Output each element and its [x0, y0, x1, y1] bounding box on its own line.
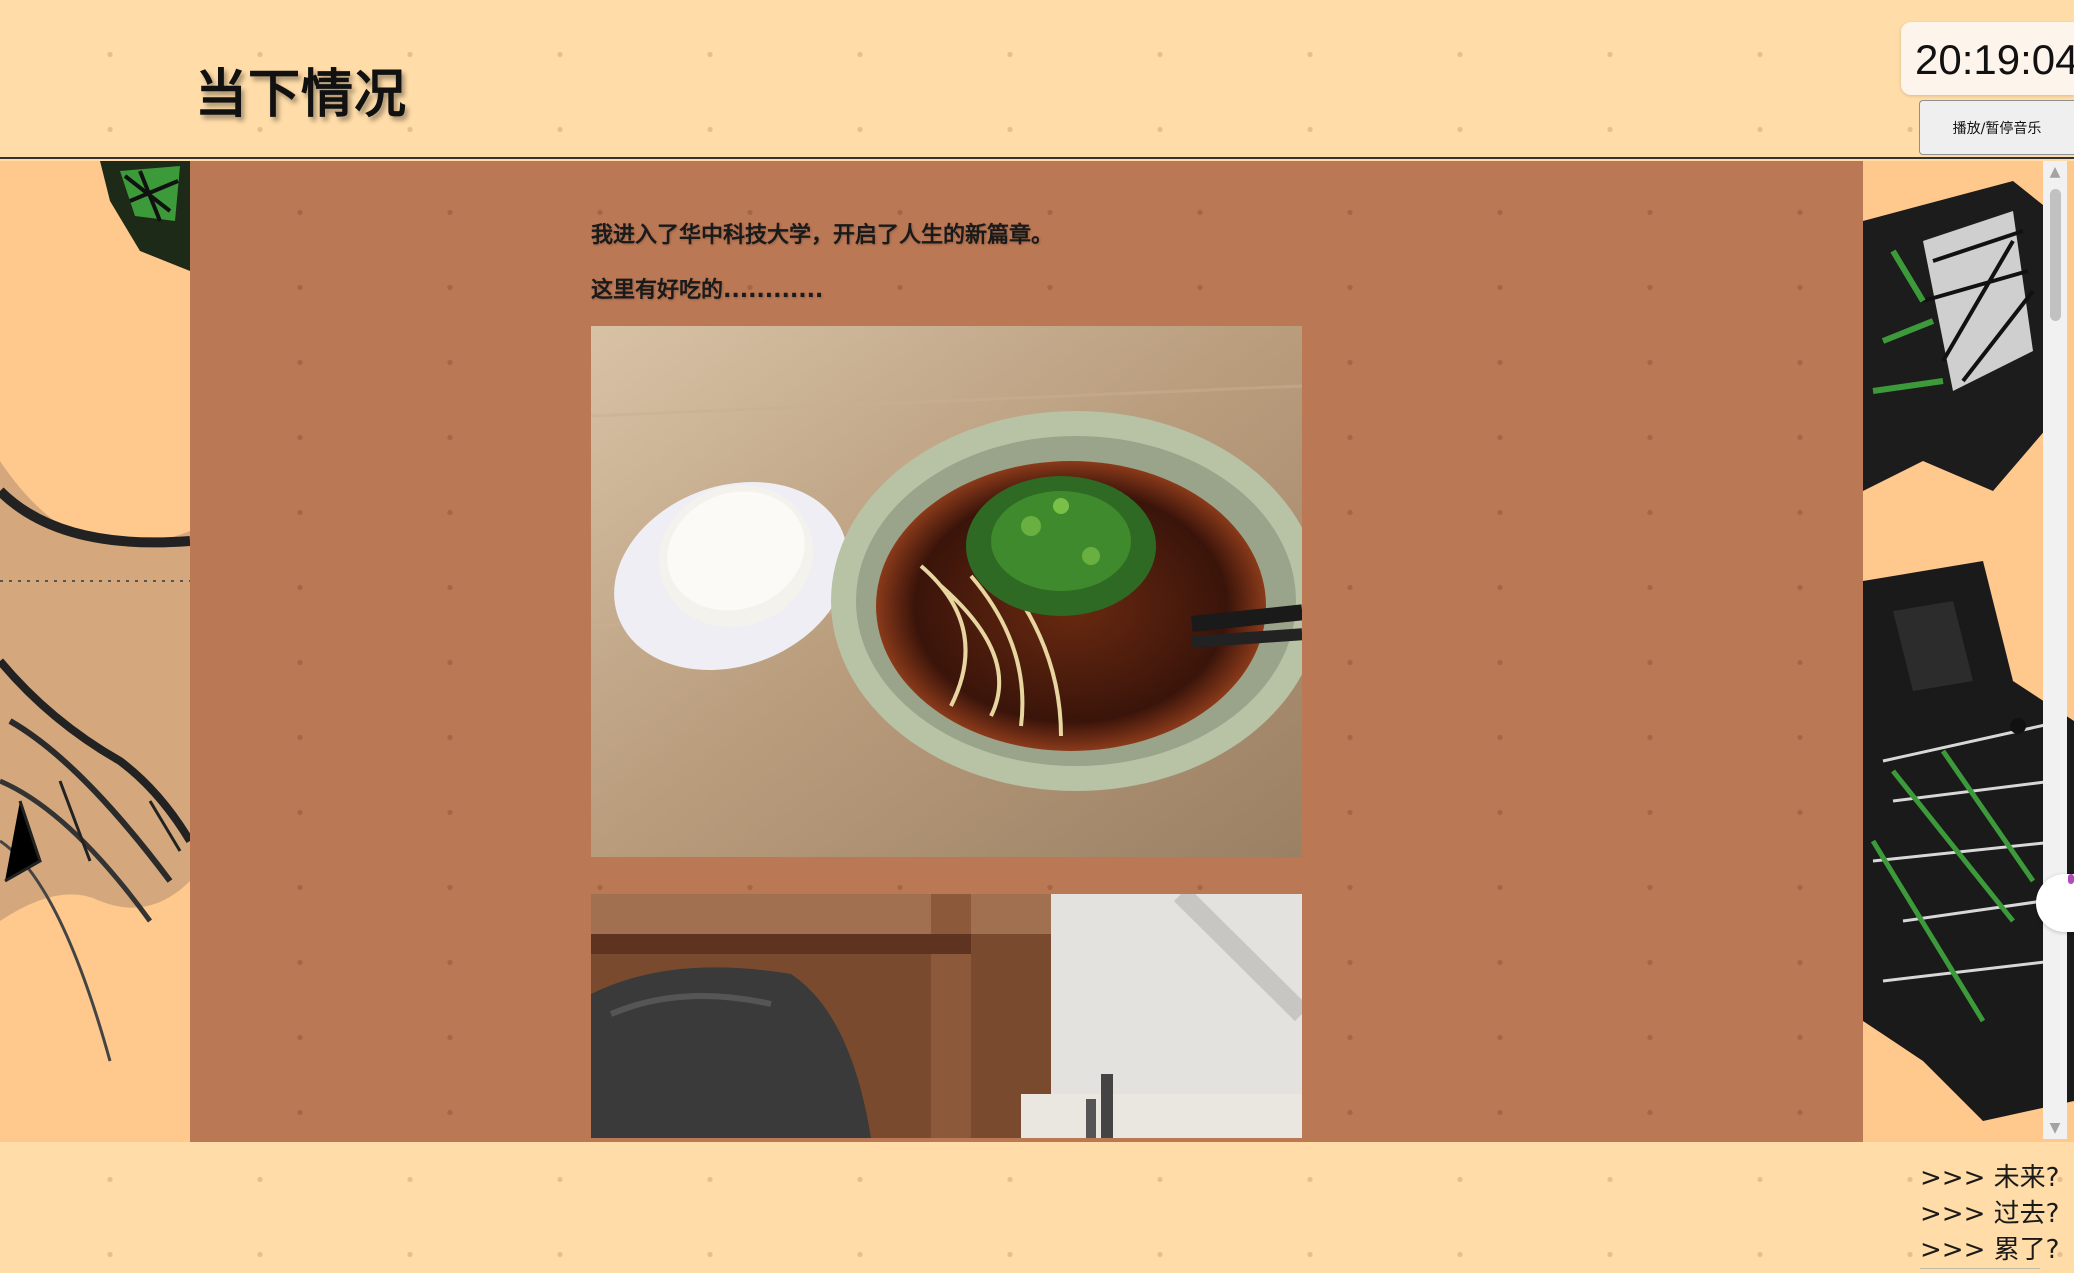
scroll-up-arrow-icon[interactable]: ▲	[2043, 161, 2067, 183]
left-decorative-artwork	[0, 161, 190, 1142]
content-panel: 我进入了华中科技大学，开启了人生的新篇章。 这里有好吃的............	[190, 161, 1863, 1142]
noodle-bowl-photo	[591, 326, 1302, 857]
clock-display: 20:19:04	[1901, 22, 2074, 95]
article-paragraph: 我进入了华中科技大学，开启了人生的新篇章。	[591, 223, 1054, 248]
page-title: 当下情况	[195, 65, 408, 125]
play-pause-music-button[interactable]: 播放/暂停音乐	[1919, 100, 2074, 155]
article-paragraph: 这里有好吃的............	[591, 278, 824, 303]
tab-indicator-icon	[2068, 874, 2074, 884]
scroll-thumb[interactable]	[2050, 189, 2061, 321]
clock-time: 20:19:04	[1915, 36, 2074, 83]
scroll-down-arrow-icon[interactable]: ▼	[2043, 1117, 2067, 1139]
content-scrollbar[interactable]: ▲ ▼	[2043, 161, 2067, 1139]
nav-link-tired[interactable]: >>> 累了?	[1920, 1232, 2059, 1269]
nav-link-future[interactable]: >>> 未来?	[1920, 1160, 2074, 1196]
footer-navigation: >>> 未来? >>> 过去? >>> 累了?	[1920, 1160, 2074, 1269]
nav-link-past[interactable]: >>> 过去?	[1920, 1196, 2074, 1232]
canteen-photo	[591, 894, 1302, 1138]
page-header: 当下情况 20:19:04 播放/暂停音乐	[0, 0, 2074, 159]
